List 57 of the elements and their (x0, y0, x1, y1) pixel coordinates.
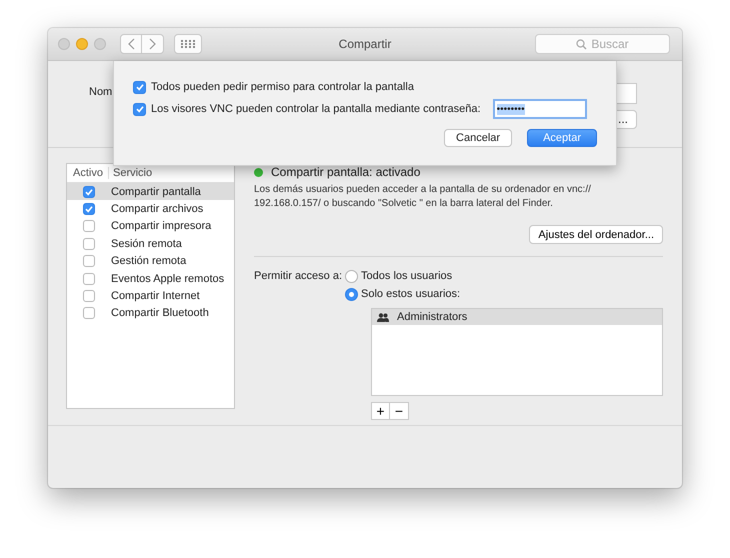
grid-icon (181, 40, 195, 48)
service-row[interactable]: Sesión remota (67, 235, 234, 253)
column-header[interactable]: Servicio (109, 167, 152, 179)
service-row[interactable]: Compartir pantalla (67, 183, 234, 200)
service-name: Sesión remota (111, 238, 182, 250)
forward-button[interactable] (142, 34, 164, 54)
zoom-icon[interactable] (94, 38, 106, 50)
chevron-left-icon (128, 38, 134, 50)
checkbox[interactable] (83, 307, 95, 320)
password-field[interactable]: •••••••• (492, 99, 587, 119)
checkbox[interactable] (83, 290, 95, 302)
radio-icon[interactable] (345, 288, 358, 300)
user-row[interactable]: Administrators (372, 309, 662, 325)
checkbox[interactable] (133, 80, 146, 94)
group-icon (377, 312, 389, 322)
service-row[interactable]: Compartir Internet (67, 287, 234, 305)
computer-name-label: Nom (89, 86, 112, 98)
service-name: Compartir archivos (111, 203, 204, 216)
service-row[interactable]: Compartir impresora (67, 218, 234, 236)
window-title: Compartir (338, 37, 392, 51)
show-all-button[interactable] (174, 34, 202, 54)
service-row[interactable]: Compartir archivos (67, 200, 234, 218)
checkbox[interactable] (133, 102, 146, 116)
radio-option[interactable]: Solo estos usuarios: (345, 285, 460, 303)
search-icon (576, 38, 588, 50)
radio-icon[interactable] (345, 270, 358, 282)
back-button[interactable] (120, 34, 142, 54)
user-name: Administrators (397, 311, 468, 323)
checkbox[interactable] (83, 203, 95, 216)
add-button[interactable]: + (371, 402, 390, 420)
service-name: Eventos Apple remotos (111, 272, 224, 285)
checkbox[interactable] (83, 220, 95, 232)
service-name: Gestión remota (111, 255, 186, 268)
checkbox-option[interactable]: Los visores VNC pueden controlar la pantalla mediante contraseña: •••••••• (133, 98, 598, 120)
close-icon[interactable] (58, 38, 70, 50)
computer-settings-button[interactable]: Ajustes del ordenador... (529, 225, 663, 244)
remove-button[interactable]: − (390, 402, 409, 420)
service-row[interactable]: Gestión remota (67, 252, 234, 270)
chevron-right-icon (149, 38, 156, 50)
status-text: Compartir pantalla: activado (271, 165, 420, 179)
access-label: Permitir acceso a: (254, 269, 342, 284)
description-text: Los demás usuarios pueden acceder a la pantalla de su ordenador en vnc:// 192.168.0.157/ o buscando "Solvetic " en la barra lateral del Finder. (254, 183, 592, 211)
cancel-button[interactable]: Cancelar (444, 129, 512, 147)
service-name: Compartir Internet (111, 290, 200, 302)
service-row[interactable]: Eventos Apple remotos (67, 270, 234, 288)
service-row[interactable]: Compartir Bluetooth (67, 304, 234, 322)
checkbox[interactable] (83, 272, 95, 285)
checkbox-option[interactable]: Todos pueden pedir permiso para controlar la pantalla (133, 76, 598, 98)
radio-option[interactable]: Todos los usuarios (345, 267, 460, 285)
minimize-icon[interactable] (76, 38, 88, 50)
service-name: Compartir Bluetooth (111, 307, 209, 320)
service-name: Compartir pantalla (111, 186, 201, 198)
checkbox[interactable] (83, 255, 95, 268)
checkbox[interactable] (83, 186, 95, 198)
column-header[interactable]: Activo (67, 167, 109, 179)
service-name: Compartir impresora (111, 220, 212, 232)
checkbox[interactable] (83, 238, 95, 250)
